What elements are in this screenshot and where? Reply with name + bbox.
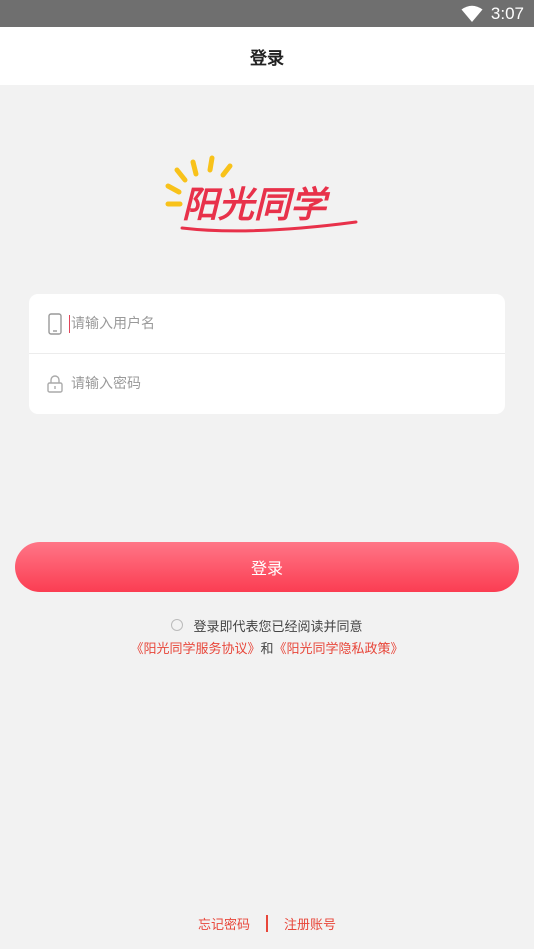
register-link[interactable]: 注册账号 <box>284 914 336 933</box>
header: 登录 <box>0 27 534 85</box>
service-agreement-link[interactable]: 《阳光同学服务协议》 <box>130 642 260 657</box>
agreement-checkbox[interactable] <box>171 619 184 631</box>
login-form <box>29 294 505 414</box>
agreement-conjunction: 和 <box>260 642 274 657</box>
app-logo: 阳光同学 <box>165 155 358 233</box>
phone-icon <box>43 312 67 335</box>
footer-links: 忘记密码 注册账号 <box>0 912 534 934</box>
username-row <box>29 294 505 354</box>
agreement-text: 登录即代表您已经阅读并同意 <box>193 619 363 635</box>
text-cursor <box>69 315 70 333</box>
wifi-icon <box>461 5 483 22</box>
status-time: 3:07 <box>490 3 524 23</box>
status-bar: 3:07 <box>0 0 534 27</box>
footer-divider <box>266 914 268 932</box>
lock-icon <box>43 375 67 393</box>
agreement-line: 登录即代表您已经阅读并同意 <box>0 615 534 635</box>
username-input[interactable] <box>71 303 471 344</box>
page-title: 登录 <box>250 48 284 69</box>
logo-text: 阳光同学 <box>182 185 331 226</box>
policy-links: 《阳光同学服务协议》和《阳光同学隐私政策》 <box>0 638 534 658</box>
forgot-password-link[interactable]: 忘记密码 <box>198 914 250 933</box>
privacy-policy-link[interactable]: 《阳光同学隐私政策》 <box>274 642 404 657</box>
password-input[interactable] <box>71 364 471 404</box>
password-row <box>29 354 505 414</box>
login-button[interactable]: 登录 <box>15 542 519 592</box>
